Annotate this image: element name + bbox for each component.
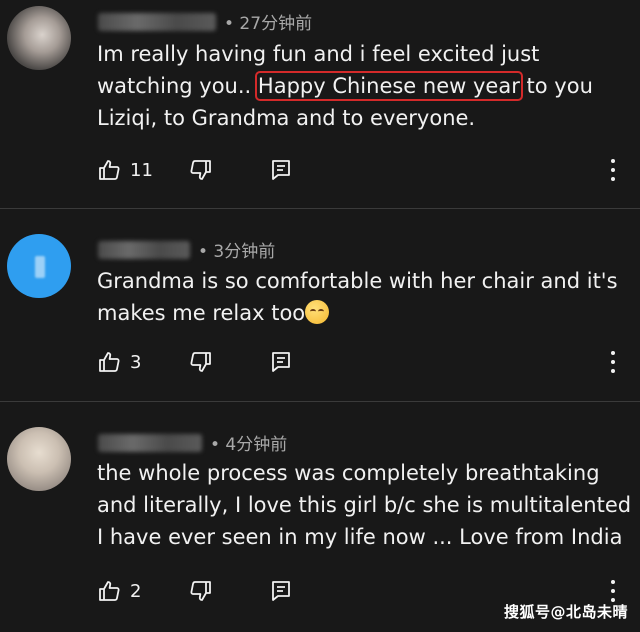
reply-button[interactable] <box>269 347 293 377</box>
blurred-username <box>98 433 202 452</box>
comment-meta: • 27分钟前 <box>98 9 312 34</box>
comment-text: the whole process was completely breatht… <box>97 457 632 553</box>
thumbs-up-icon <box>99 352 120 372</box>
reply-icon <box>272 581 290 601</box>
dislike-button[interactable] <box>189 576 213 606</box>
dislike-button[interactable] <box>189 155 213 185</box>
comment-actions: 3 <box>97 347 632 377</box>
relieved-face-icon <box>305 300 330 324</box>
reply-button[interactable] <box>269 155 293 185</box>
comment-actions: 11 <box>97 155 632 185</box>
thumbs-down-icon <box>190 352 211 372</box>
comment-text: Grandma is so comfortable with her chair… <box>97 265 632 329</box>
timestamp: • 3分钟前 <box>198 242 276 262</box>
comment-text-part: Grandma is so comfortable with her chair… <box>97 269 618 325</box>
comment-meta: • 3分钟前 <box>98 237 275 262</box>
thumbs-down-icon <box>190 581 211 601</box>
comment-meta: • 4分钟前 <box>98 430 287 455</box>
thumbs-up-icon <box>99 160 120 180</box>
more-options-icon[interactable] <box>610 349 616 375</box>
blurred-username <box>98 12 216 31</box>
like-count: 11 <box>130 159 153 181</box>
comment-text: Im really having fun and i feel excited … <box>97 38 632 134</box>
comment-3: • 4分钟前 the whole process was completely … <box>0 402 640 632</box>
avatar[interactable] <box>7 427 71 491</box>
thumbs-up-icon <box>99 581 120 601</box>
thumbs-down-icon <box>190 160 211 180</box>
like-button[interactable]: 11 <box>97 155 153 185</box>
reply-button[interactable] <box>269 576 293 606</box>
like-count: 3 <box>130 351 142 373</box>
reply-icon <box>272 352 290 372</box>
like-button[interactable]: 3 <box>97 347 141 377</box>
timestamp: • 4分钟前 <box>210 435 288 455</box>
timestamp: • 27分钟前 <box>224 14 313 34</box>
blurred-username <box>98 240 190 259</box>
like-count: 2 <box>130 580 142 602</box>
comment-1: • 27分钟前 Im really having fun and i feel … <box>0 0 640 208</box>
comment-2: • 3分钟前 Grandma is so comfortable with he… <box>0 209 640 401</box>
watermark: 搜狐号@北岛未晴 <box>503 603 628 621</box>
avatar[interactable] <box>7 234 71 298</box>
comment-text-part: the whole process was completely breatht… <box>97 461 632 549</box>
avatar[interactable] <box>7 6 71 70</box>
highlighted-phrase: Happy Chinese new year <box>254 71 523 101</box>
reply-icon <box>272 160 290 180</box>
dislike-button[interactable] <box>189 347 213 377</box>
like-button[interactable]: 2 <box>97 576 141 606</box>
more-options-icon[interactable] <box>610 157 616 183</box>
